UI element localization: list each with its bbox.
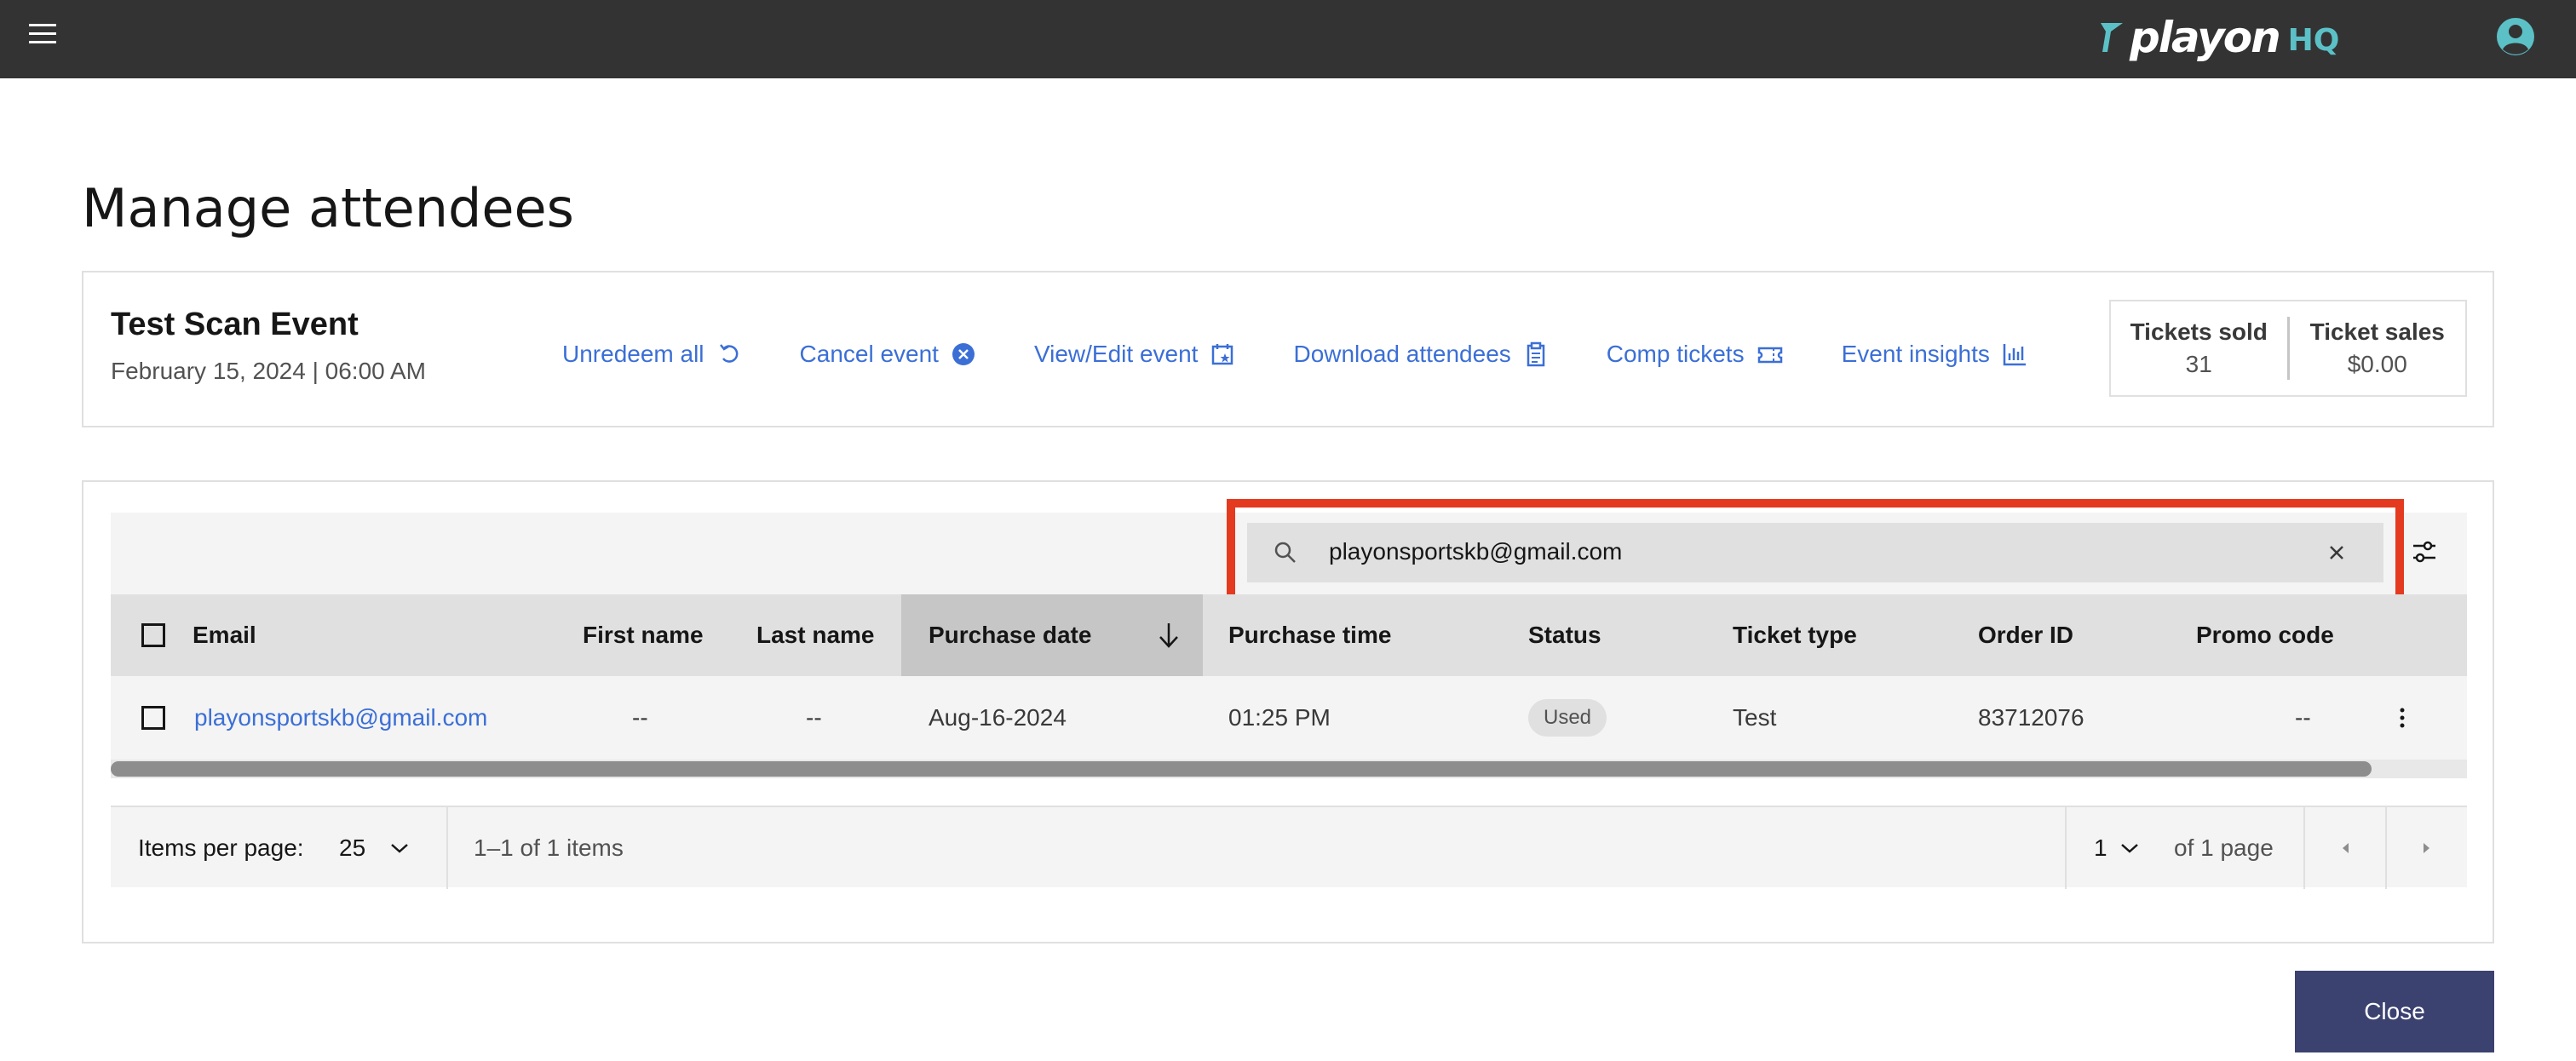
filter-settings-icon[interactable] [2411,538,2438,565]
pagination-bar: Items per page: 25 1–1 of 1 items 1 of 1… [111,806,2467,889]
column-header-email[interactable]: Email [193,594,256,676]
event-name: Test Scan Event [111,307,359,342]
page-title: Manage attendees [82,177,574,239]
overflow-menu-icon[interactable] [2397,706,2407,730]
tickets-sold-label: Tickets sold [2130,318,2268,345]
tickets-sold-stat: Tickets sold 31 [2111,301,2287,395]
search-input[interactable]: playonsportskb@gmail.com [1247,523,2383,582]
previous-page-button[interactable] [2305,807,2385,889]
search-icon [1274,542,1296,563]
undo-icon [719,344,738,363]
cancel-event-label: Cancel event [799,341,939,367]
attendee-purchase-date: Aug-16-2024 [929,704,1067,731]
sort-arrow-down-icon [1159,623,1178,648]
caret-left-icon [2343,843,2349,853]
ticket-sales-label: Ticket sales [2309,318,2445,345]
attendee-last-name: -- [806,704,822,731]
cancel-event-button[interactable]: Cancel event [800,341,976,368]
attendee-order-id: 83712076 [1978,704,2084,731]
pagination-divider [446,807,448,889]
chevron-down-icon [2120,844,2138,853]
ticket-stats: Tickets sold 31 Ticket sales $0.00 [2109,300,2467,397]
select-all-cell [141,594,165,676]
items-range-text: 1–1 of 1 items [474,834,624,861]
column-header-last-name[interactable]: Last name [756,594,875,676]
next-page-button[interactable] [2387,807,2467,889]
calendar-star-icon [1212,344,1233,365]
page-total-text: of 1 page [2174,834,2274,861]
attendee-first-name: -- [632,704,648,731]
download-attendees-label: Download attendees [1293,341,1511,367]
items-per-page-select[interactable]: 25 [339,807,410,889]
logo-flag-icon [2101,23,2123,52]
items-per-page-value: 25 [339,834,366,861]
event-date: February 15, 2024 | 06:00 AM [111,358,426,384]
close-button[interactable]: Close [2295,971,2494,1052]
unredeem-all-label: Unredeem all [562,341,704,367]
column-header-order-id[interactable]: Order ID [1978,594,2073,676]
attendee-email-link[interactable]: playonsportskb@gmail.com [194,676,487,760]
cancel-circle-icon [952,343,975,365]
status-cell: Used [1528,676,1607,760]
tickets-sold-value: 31 [2185,351,2212,377]
items-per-page-label: Items per page: [138,834,304,861]
close-icon[interactable] [2326,542,2348,564]
ticket-sales-stat: Ticket sales $0.00 [2286,317,2466,380]
attendee-purchase-time: 01:25 PM [1228,704,1331,731]
horizontal-scrollbar-thumb[interactable] [111,761,2372,777]
row-overflow-cell [2397,676,2407,760]
view-edit-event-label: View/Edit event [1033,341,1199,367]
event-insights-label: Event insights [1841,341,1990,367]
column-header-status[interactable]: Status [1528,594,1601,676]
column-header-purchase-date[interactable]: Purchase date [901,594,1203,676]
event-summary-card: Test Scan Event February 15, 2024 | 06:0… [82,271,2494,427]
event-actions: Unredeem all Cancel event View/Edit even… [562,341,2027,368]
logo-brand-text: playon [2130,13,2281,62]
row-select-cell [141,676,165,760]
event-insights-button[interactable]: Event insights [1842,341,2027,368]
attendee-ticket-type: Test [1733,704,1777,731]
clipboard-icon [1527,341,1545,367]
playon-hq-logo[interactable]: playon HQ [2099,10,2339,65]
ticket-icon [1757,347,1782,364]
page-select[interactable]: 1 [2094,807,2140,889]
table-row: playonsportskb@gmail.com -- -- Aug-16-20… [111,676,2467,760]
status-badge: Used [1528,699,1607,737]
unredeem-all-button[interactable]: Unredeem all [562,341,742,368]
search-value: playonsportskb@gmail.com [1329,538,1623,565]
download-attendees-button[interactable]: Download attendees [1293,341,1548,368]
bar-chart-icon [2003,344,2026,366]
row-select-checkbox[interactable] [141,706,165,730]
user-avatar-icon[interactable] [2496,17,2535,56]
table-header-row: Email First name Last name Purchase date… [111,594,2467,676]
current-page-value: 1 [2094,834,2107,861]
column-header-purchase-time[interactable]: Purchase time [1228,594,1391,676]
select-all-checkbox[interactable] [141,623,165,647]
comp-tickets-button[interactable]: Comp tickets [1607,341,1784,368]
top-navigation-bar: playon HQ [0,0,2576,78]
column-header-ticket-type[interactable]: Ticket type [1733,594,1857,676]
caret-right-icon [2424,843,2429,853]
ticket-sales-value: $0.00 [2347,351,2407,377]
column-header-first-name[interactable]: First name [583,594,704,676]
comp-tickets-label: Comp tickets [1606,341,1745,367]
logo-hq-text: HQ [2287,22,2340,58]
attendee-promo-code: -- [2295,704,2311,731]
view-edit-event-button[interactable]: View/Edit event [1034,341,1236,368]
purchase-date-label: Purchase date [929,622,1092,648]
chevron-down-icon [391,844,408,853]
pagination-divider [2065,807,2067,889]
column-header-promo-code[interactable]: Promo code [2196,594,2334,676]
hamburger-menu-icon[interactable] [29,24,56,49]
